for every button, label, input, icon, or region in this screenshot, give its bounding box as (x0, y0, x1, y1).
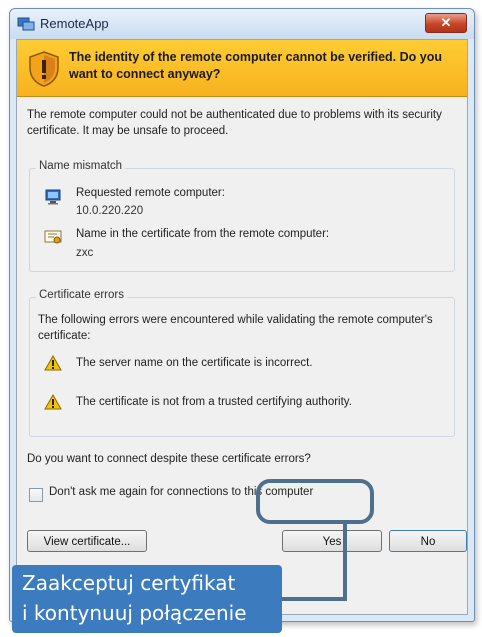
name-mismatch-label: Name mismatch (36, 160, 126, 172)
no-button[interactable]: No (389, 530, 467, 552)
requested-computer-label: Requested remote computer: (76, 187, 225, 199)
annotation-callout: Zaakceptuj certyfikat i kontynuuj połącz… (12, 565, 282, 633)
certificate-error-item: The server name on the certificate is in… (76, 357, 313, 369)
close-icon: ✕ (440, 15, 452, 30)
certificate-errors-description: The following errors were encountered wh… (38, 314, 433, 342)
callout-connector-vertical (343, 524, 347, 601)
certificate-error-item: The certificate is not from a trusted ce… (76, 396, 352, 408)
remote-computer-icon (45, 189, 61, 205)
dont-ask-again-checkbox[interactable] (29, 488, 43, 502)
certificate-errors-group: Certificate errors The following errors … (29, 289, 455, 437)
warning-banner: The identity of the remote computer cann… (17, 40, 467, 97)
remoteapp-icon (17, 17, 35, 31)
banner-message: The identity of the remote computer cann… (69, 50, 442, 81)
callout-connector-horizontal (282, 597, 347, 601)
yes-button[interactable]: Yes (282, 530, 382, 552)
warning-icon (44, 355, 62, 371)
title-bar: RemoteApp ✕ (10, 9, 474, 39)
name-mismatch-group: Name mismatch Requested remote computer:… (29, 160, 455, 272)
view-certificate-button[interactable]: View certificate... (27, 530, 147, 552)
remoteapp-dialog: RemoteApp ✕ The identity of the remote c… (9, 8, 475, 622)
requested-computer-value: 10.0.220.220 (76, 205, 144, 217)
dialog-content: The identity of the remote computer cann… (16, 39, 468, 615)
warning-icon (44, 394, 62, 410)
certificate-name-label: Name in the certificate from the remote … (76, 228, 330, 240)
certificate-errors-label: Certificate errors (36, 289, 127, 301)
yes-button-highlight (256, 479, 374, 524)
certificate-icon (44, 230, 62, 244)
window-title: RemoteApp (40, 16, 109, 31)
intro-text: The remote computer could not be authent… (27, 109, 442, 137)
callout-line-2: i kontynuuj połączenie (22, 601, 247, 625)
callout-line-1: Zaakceptuj certyfikat (22, 571, 236, 595)
security-shield-icon (29, 51, 59, 87)
certificate-name-value: zxc (76, 247, 94, 259)
connect-question: Do you want to connect despite these cer… (27, 453, 311, 465)
close-button[interactable]: ✕ (425, 13, 467, 33)
